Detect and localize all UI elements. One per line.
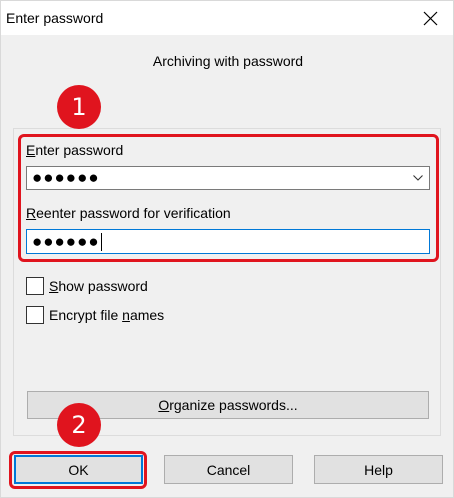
text-caret (100, 232, 102, 251)
help-button[interactable]: Help (314, 455, 443, 484)
encrypt-file-names-checkbox[interactable] (26, 306, 44, 324)
encrypt-file-names-option[interactable]: Encrypt file names (26, 306, 164, 324)
dialog-subtitle: Archiving with password (152, 53, 304, 69)
show-password-option[interactable]: Show password (26, 277, 148, 295)
step-marker-1: 1 (57, 85, 101, 129)
chevron-down-icon[interactable] (407, 167, 429, 189)
enter-password-dialog: Enter password Archiving with password E… (0, 0, 454, 498)
show-password-checkbox[interactable] (26, 277, 44, 295)
cancel-button[interactable]: Cancel (164, 455, 293, 484)
step-marker-2: 2 (57, 403, 101, 447)
reenter-password-label: Reenter password for verification (26, 205, 231, 221)
enter-password-combobox[interactable]: ●●●●●● (26, 166, 430, 190)
enter-password-value: ●●●●●● (32, 168, 100, 187)
enter-password-label: Enter password (26, 142, 124, 158)
close-button[interactable] (407, 1, 453, 35)
close-icon (423, 11, 437, 25)
reenter-password-input[interactable]: ●●●●●● (26, 229, 430, 254)
encrypt-file-names-label: Encrypt file names (49, 307, 165, 323)
show-password-label: Show password (49, 278, 148, 294)
window-title: Enter password (6, 10, 104, 26)
reenter-password-value: ●●●●●● (32, 232, 102, 251)
title-bar: Enter password (1, 1, 453, 35)
ok-button[interactable]: OK (14, 455, 143, 484)
